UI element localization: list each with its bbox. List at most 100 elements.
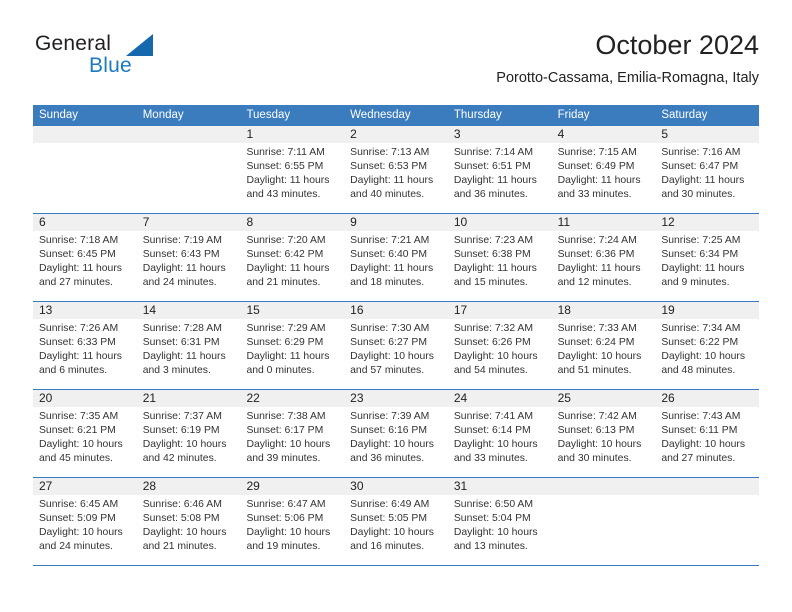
daylight-text-line2: and 36 minutes. <box>453 189 528 201</box>
week-content-row: Sunrise: 7:26 AM Sunset: 6:33 PM Dayligh… <box>33 319 759 389</box>
day-number[interactable]: 27 <box>33 478 137 495</box>
day-cell[interactable]: Sunrise: 7:18 AM Sunset: 6:45 PM Dayligh… <box>33 231 137 301</box>
daylight-text-line2: and 51 minutes. <box>557 365 632 377</box>
weekday-header-row: Sunday Monday Tuesday Wednesday Thursday… <box>33 105 759 126</box>
day-number[interactable] <box>655 478 759 495</box>
day-number[interactable]: 13 <box>33 302 137 319</box>
day-cell[interactable]: Sunrise: 7:24 AM Sunset: 6:36 PM Dayligh… <box>552 231 656 301</box>
day-number[interactable]: 18 <box>552 302 656 319</box>
day-number[interactable]: 21 <box>137 390 241 407</box>
sunset-text: Sunset: 6:43 PM <box>142 249 220 261</box>
day-number[interactable]: 23 <box>344 390 448 407</box>
day-number[interactable]: 11 <box>552 214 656 231</box>
weekday-header-thursday: Thursday <box>453 109 502 121</box>
day-number[interactable]: 30 <box>344 478 448 495</box>
day-number[interactable]: 1 <box>240 126 344 143</box>
day-number[interactable]: 19 <box>655 302 759 319</box>
day-cell[interactable] <box>552 495 656 565</box>
sunrise-text: Sunrise: 7:29 AM <box>246 323 326 334</box>
brand-logo[interactable]: General Blue <box>33 32 213 92</box>
sunrise-text: Sunrise: 7:14 AM <box>453 147 534 158</box>
calendar-grid: Sunday Monday Tuesday Wednesday Thursday… <box>33 105 759 566</box>
day-cell[interactable]: Sunrise: 7:21 AM Sunset: 6:40 PM Dayligh… <box>344 231 448 301</box>
daylight-text-line2: and 27 minutes. <box>39 277 113 289</box>
day-cell[interactable]: Sunrise: 7:43 AM Sunset: 6:11 PM Dayligh… <box>655 407 759 477</box>
day-number[interactable]: 3 <box>448 126 552 143</box>
day-cell[interactable]: Sunrise: 7:28 AM Sunset: 6:31 PM Dayligh… <box>137 319 241 389</box>
day-number[interactable]: 20 <box>33 390 137 407</box>
day-number[interactable] <box>33 126 137 143</box>
day-cell[interactable] <box>33 143 137 213</box>
day-cell[interactable]: Sunrise: 7:13 AM Sunset: 6:53 PM Dayligh… <box>344 143 448 213</box>
day-number[interactable]: 6 <box>33 214 137 231</box>
day-number[interactable]: 14 <box>137 302 241 319</box>
day-number[interactable] <box>137 126 241 143</box>
day-number[interactable]: 12 <box>655 214 759 231</box>
day-cell[interactable]: Sunrise: 7:39 AM Sunset: 6:16 PM Dayligh… <box>344 407 448 477</box>
day-number[interactable]: 28 <box>137 478 241 495</box>
day-number[interactable] <box>552 478 656 495</box>
day-cell[interactable]: Sunrise: 7:20 AM Sunset: 6:42 PM Dayligh… <box>240 231 344 301</box>
day-cell[interactable]: Sunrise: 7:29 AM Sunset: 6:29 PM Dayligh… <box>240 319 344 389</box>
day-cell[interactable]: Sunrise: 7:41 AM Sunset: 6:14 PM Dayligh… <box>448 407 552 477</box>
day-number[interactable]: 2 <box>344 126 448 143</box>
sunrise-text: Sunrise: 7:28 AM <box>142 323 222 334</box>
daylight-text-line2: and 21 minutes. <box>142 541 217 553</box>
day-cell[interactable]: Sunrise: 7:32 AM Sunset: 6:26 PM Dayligh… <box>448 319 552 389</box>
day-cell[interactable]: Sunrise: 7:25 AM Sunset: 6:34 PM Dayligh… <box>655 231 759 301</box>
daylight-text-line2: and 39 minutes. <box>246 453 321 465</box>
day-cell[interactable]: Sunrise: 7:16 AM Sunset: 6:47 PM Dayligh… <box>655 143 759 213</box>
day-number[interactable]: 29 <box>240 478 344 495</box>
day-cell[interactable]: Sunrise: 7:38 AM Sunset: 6:17 PM Dayligh… <box>240 407 344 477</box>
day-number[interactable]: 7 <box>137 214 241 231</box>
day-cell[interactable]: Sunrise: 7:19 AM Sunset: 6:43 PM Dayligh… <box>137 231 241 301</box>
weekday-header-tuesday: Tuesday <box>246 109 291 121</box>
sunset-text: Sunset: 6:47 PM <box>661 161 739 173</box>
daylight-text-line1: Daylight: 11 hours <box>661 263 745 275</box>
day-number[interactable]: 25 <box>552 390 656 407</box>
day-number[interactable]: 26 <box>655 390 759 407</box>
day-cell[interactable]: Sunrise: 7:34 AM Sunset: 6:22 PM Dayligh… <box>655 319 759 389</box>
day-cell[interactable]: Sunrise: 7:14 AM Sunset: 6:51 PM Dayligh… <box>448 143 552 213</box>
day-cell[interactable] <box>137 143 241 213</box>
day-cell[interactable]: Sunrise: 6:47 AM Sunset: 5:06 PM Dayligh… <box>240 495 344 565</box>
sunset-text: Sunset: 6:31 PM <box>142 337 220 349</box>
day-number[interactable]: 8 <box>240 214 344 231</box>
day-number[interactable]: 22 <box>240 390 344 407</box>
day-cell[interactable]: Sunrise: 6:49 AM Sunset: 5:05 PM Dayligh… <box>344 495 448 565</box>
daylight-text-line1: Daylight: 10 hours <box>453 527 538 539</box>
daylight-text-line2: and 16 minutes. <box>350 541 425 553</box>
day-number[interactable]: 15 <box>240 302 344 319</box>
day-cell[interactable]: Sunrise: 6:46 AM Sunset: 5:08 PM Dayligh… <box>137 495 241 565</box>
week-date-strip: 1 2 3 4 5 <box>33 126 759 143</box>
day-number[interactable]: 24 <box>448 390 552 407</box>
day-cell[interactable]: Sunrise: 6:50 AM Sunset: 5:04 PM Dayligh… <box>448 495 552 565</box>
sunset-text: Sunset: 5:05 PM <box>350 513 427 525</box>
day-number[interactable]: 17 <box>448 302 552 319</box>
day-cell[interactable]: Sunrise: 7:15 AM Sunset: 6:49 PM Dayligh… <box>552 143 656 213</box>
day-cell[interactable]: Sunrise: 7:33 AM Sunset: 6:24 PM Dayligh… <box>552 319 656 389</box>
page-title: October 2024 <box>595 30 759 60</box>
day-number[interactable]: 31 <box>448 478 552 495</box>
day-cell[interactable] <box>655 495 759 565</box>
day-number[interactable]: 10 <box>448 214 552 231</box>
daylight-text-line2: and 27 minutes. <box>661 453 736 465</box>
week-row: 1 2 3 4 5 Sunrise: 7:11 AM Sunset: 6:55 … <box>33 126 759 214</box>
day-cell[interactable]: Sunrise: 7:26 AM Sunset: 6:33 PM Dayligh… <box>33 319 137 389</box>
day-cell[interactable]: Sunrise: 7:37 AM Sunset: 6:19 PM Dayligh… <box>137 407 241 477</box>
day-number[interactable]: 4 <box>552 126 656 143</box>
day-cell[interactable]: Sunrise: 7:30 AM Sunset: 6:27 PM Dayligh… <box>344 319 448 389</box>
daylight-text-line2: and 19 minutes. <box>246 541 321 553</box>
day-cell[interactable]: Sunrise: 7:11 AM Sunset: 6:55 PM Dayligh… <box>240 143 344 213</box>
day-cell[interactable]: Sunrise: 7:35 AM Sunset: 6:21 PM Dayligh… <box>33 407 137 477</box>
day-number[interactable]: 5 <box>655 126 759 143</box>
day-number[interactable]: 16 <box>344 302 448 319</box>
day-cell[interactable]: Sunrise: 7:23 AM Sunset: 6:38 PM Dayligh… <box>448 231 552 301</box>
daylight-text-line2: and 18 minutes. <box>350 277 425 289</box>
sunset-text: Sunset: 6:33 PM <box>39 337 116 349</box>
day-cell[interactable]: Sunrise: 6:45 AM Sunset: 5:09 PM Dayligh… <box>33 495 137 565</box>
day-cell[interactable]: Sunrise: 7:42 AM Sunset: 6:13 PM Dayligh… <box>552 407 656 477</box>
week-date-strip: 20 21 22 23 24 25 26 <box>33 390 759 407</box>
day-number[interactable]: 9 <box>344 214 448 231</box>
sunset-text: Sunset: 6:17 PM <box>246 425 324 437</box>
